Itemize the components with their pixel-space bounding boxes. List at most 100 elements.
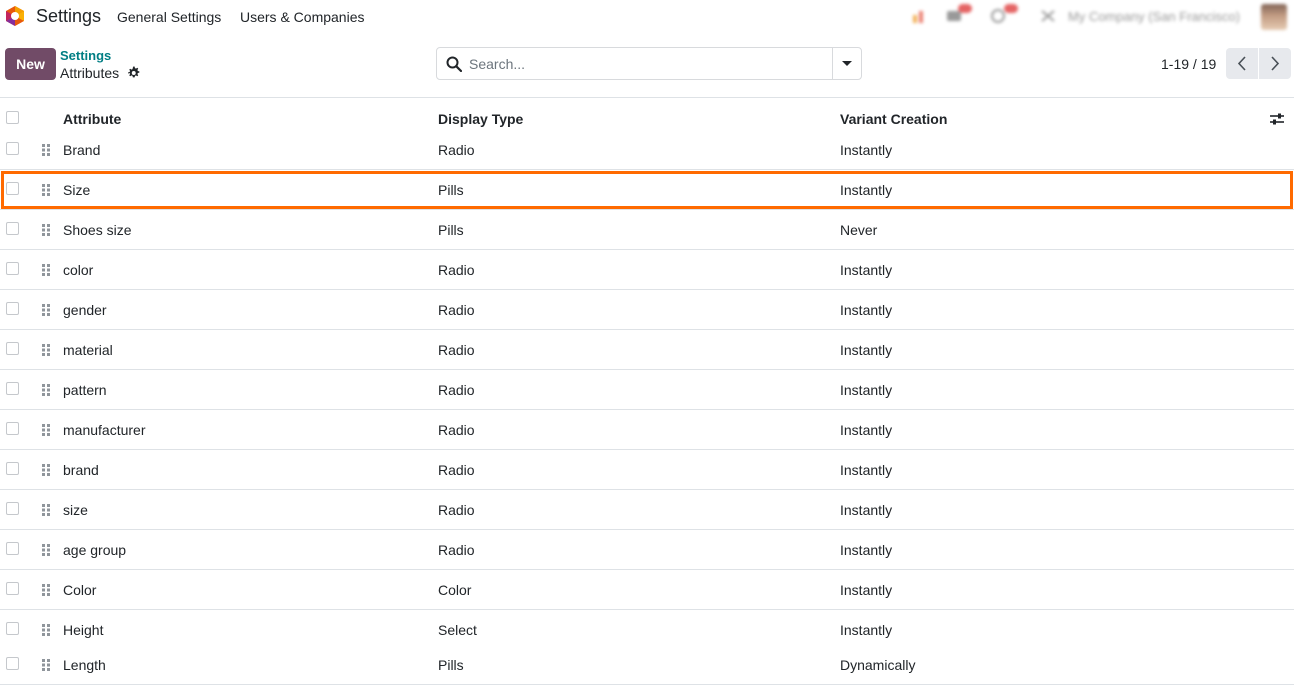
avatar[interactable] bbox=[1261, 4, 1287, 30]
search-options-toggle[interactable] bbox=[832, 48, 861, 79]
row-checkbox[interactable] bbox=[6, 142, 19, 155]
cell-variant-creation: Instantly bbox=[840, 582, 893, 598]
column-header-display-type[interactable]: Display Type bbox=[438, 111, 523, 127]
drag-handle-icon[interactable] bbox=[41, 223, 51, 237]
row-checkbox[interactable] bbox=[6, 262, 19, 275]
chevron-right-icon bbox=[1271, 56, 1280, 71]
drag-handle-icon[interactable] bbox=[41, 623, 51, 637]
cell-attribute: manufacturer bbox=[63, 422, 146, 438]
cell-attribute: Shoes size bbox=[63, 222, 132, 238]
cell-display-type: Select bbox=[438, 622, 477, 638]
cell-variant-creation: Instantly bbox=[840, 342, 893, 358]
cell-display-type: Pills bbox=[438, 182, 464, 198]
column-settings-icon[interactable] bbox=[1269, 112, 1285, 126]
select-all-checkbox[interactable] bbox=[6, 111, 19, 124]
table-row[interactable]: Height Select Instantly bbox=[0, 610, 1294, 650]
pager-value[interactable]: 1-19 / 19 bbox=[1161, 56, 1216, 72]
cell-attribute: Length bbox=[63, 657, 106, 673]
drag-handle-icon[interactable] bbox=[41, 583, 51, 597]
cell-attribute: color bbox=[63, 262, 94, 278]
cell-attribute: pattern bbox=[63, 382, 107, 398]
drag-handle-icon[interactable] bbox=[41, 303, 51, 317]
cell-attribute: size bbox=[63, 502, 88, 518]
row-checkbox[interactable] bbox=[6, 342, 19, 355]
drag-handle-icon[interactable] bbox=[41, 143, 51, 157]
cell-display-type: Color bbox=[438, 582, 472, 598]
drag-handle-icon[interactable] bbox=[41, 383, 51, 397]
systray: My Company (San Francisco) bbox=[0, 0, 1294, 34]
table-row[interactable]: pattern Radio Instantly bbox=[0, 370, 1294, 410]
table-row[interactable]: Shoes size Pills Never bbox=[0, 210, 1294, 250]
cell-attribute: material bbox=[63, 342, 113, 358]
cell-variant-creation: Instantly bbox=[840, 622, 893, 638]
table-row[interactable]: age group Radio Instantly bbox=[0, 530, 1294, 570]
cell-attribute: Size bbox=[63, 182, 91, 198]
table-row[interactable]: Color Color Instantly bbox=[0, 570, 1294, 610]
pager-previous-button[interactable] bbox=[1226, 48, 1258, 79]
cell-variant-creation: Instantly bbox=[840, 422, 893, 438]
cell-attribute: Height bbox=[63, 622, 104, 638]
cell-variant-creation: Instantly bbox=[840, 462, 893, 478]
activity-icon[interactable] bbox=[912, 9, 928, 23]
cell-display-type: Radio bbox=[438, 462, 475, 478]
table-row[interactable]: Size Pills Instantly bbox=[0, 170, 1294, 210]
table-row[interactable]: gender Radio Instantly bbox=[0, 290, 1294, 330]
row-checkbox[interactable] bbox=[6, 622, 19, 635]
row-checkbox[interactable] bbox=[6, 422, 19, 435]
cell-variant-creation: Instantly bbox=[840, 302, 893, 318]
cell-display-type: Pills bbox=[438, 657, 464, 673]
clock-icon[interactable] bbox=[990, 9, 1006, 23]
table-row[interactable]: material Radio Instantly bbox=[0, 330, 1294, 370]
chat-badge bbox=[958, 4, 972, 13]
cell-variant-creation: Dynamically bbox=[840, 657, 916, 673]
activity-badge bbox=[1004, 4, 1018, 13]
drag-handle-icon[interactable] bbox=[41, 658, 51, 672]
row-checkbox[interactable] bbox=[6, 582, 19, 595]
row-checkbox[interactable] bbox=[6, 502, 19, 515]
column-header-attribute[interactable]: Attribute bbox=[63, 111, 121, 127]
gear-icon[interactable] bbox=[127, 66, 140, 79]
table-row[interactable]: size Radio Instantly bbox=[0, 490, 1294, 530]
new-button[interactable]: New bbox=[5, 48, 56, 80]
search-bar bbox=[436, 47, 862, 80]
cell-variant-creation: Instantly bbox=[840, 142, 893, 158]
cell-display-type: Radio bbox=[438, 382, 475, 398]
table-row[interactable]: manufacturer Radio Instantly bbox=[0, 410, 1294, 450]
cell-display-type: Radio bbox=[438, 542, 475, 558]
row-checkbox[interactable] bbox=[6, 382, 19, 395]
table-row[interactable]: Length Pills Dynamically bbox=[0, 645, 1294, 685]
row-checkbox[interactable] bbox=[6, 542, 19, 555]
table-row[interactable]: Brand Radio Instantly bbox=[0, 130, 1294, 170]
cell-display-type: Radio bbox=[438, 262, 475, 278]
search-input[interactable] bbox=[469, 49, 829, 78]
drag-handle-icon[interactable] bbox=[41, 183, 51, 197]
drag-handle-icon[interactable] bbox=[41, 503, 51, 517]
cell-variant-creation: Instantly bbox=[840, 502, 893, 518]
row-checkbox[interactable] bbox=[6, 222, 19, 235]
cell-attribute: gender bbox=[63, 302, 107, 318]
cell-variant-creation: Instantly bbox=[840, 542, 893, 558]
row-checkbox[interactable] bbox=[6, 462, 19, 475]
tools-icon[interactable] bbox=[1040, 9, 1056, 23]
caret-down-icon bbox=[842, 61, 852, 66]
drag-handle-icon[interactable] bbox=[41, 343, 51, 357]
row-checkbox[interactable] bbox=[6, 302, 19, 315]
row-checkbox[interactable] bbox=[6, 657, 19, 670]
cell-display-type: Radio bbox=[438, 502, 475, 518]
drag-handle-icon[interactable] bbox=[41, 263, 51, 277]
cell-variant-creation: Instantly bbox=[840, 182, 893, 198]
table-row[interactable]: brand Radio Instantly bbox=[0, 450, 1294, 490]
drag-handle-icon[interactable] bbox=[41, 423, 51, 437]
search-icon bbox=[446, 56, 462, 72]
cell-attribute: Color bbox=[63, 582, 97, 598]
drag-handle-icon[interactable] bbox=[41, 463, 51, 477]
table-row[interactable]: color Radio Instantly bbox=[0, 250, 1294, 290]
cell-display-type: Pills bbox=[438, 222, 464, 238]
column-header-variant-creation[interactable]: Variant Creation bbox=[840, 111, 947, 127]
cell-display-type: Radio bbox=[438, 342, 475, 358]
company-switcher[interactable]: My Company (San Francisco) bbox=[1068, 9, 1240, 24]
breadcrumb-settings-link[interactable]: Settings bbox=[60, 48, 111, 63]
row-checkbox[interactable] bbox=[6, 182, 19, 195]
pager-next-button[interactable] bbox=[1259, 48, 1291, 79]
drag-handle-icon[interactable] bbox=[41, 543, 51, 557]
